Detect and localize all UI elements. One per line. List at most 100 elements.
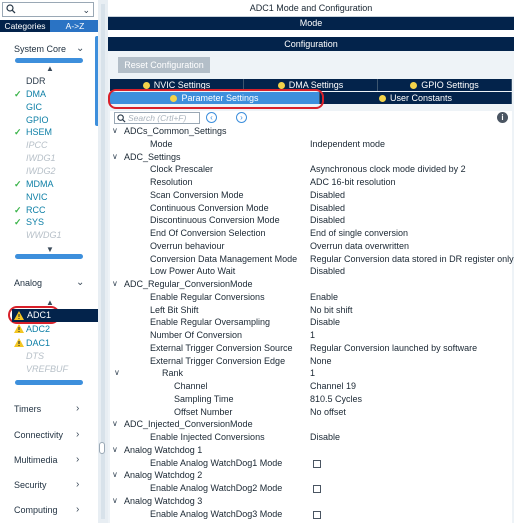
parameter-row[interactable]: Enable Injected Conversions Disable (110, 431, 512, 444)
expand-chevron-icon[interactable]: ∨ (114, 367, 120, 380)
parameter-value[interactable]: 1 (310, 367, 315, 380)
parameter-group-row[interactable]: ∨ ADC_Injected_ConversionMode (110, 418, 512, 431)
parameter-value[interactable]: No bit shift (310, 304, 353, 317)
expand-chevron-icon[interactable]: ∨ (112, 418, 118, 431)
parameter-row[interactable]: Enable Analog WatchDog2 Mode (110, 482, 512, 495)
parameter-value[interactable]: Enable (310, 291, 338, 304)
peripheral-item-vrefbuf[interactable]: VREFBUF (14, 363, 94, 375)
expand-chevron-icon[interactable]: ∨ (112, 151, 118, 164)
reset-configuration-button[interactable]: Reset Configuration (118, 57, 210, 73)
expand-chevron-icon[interactable]: ∨ (112, 495, 118, 508)
parameter-checkbox[interactable] (313, 510, 321, 519)
parameter-row[interactable]: Number Of Conversion 1 (110, 329, 512, 342)
parameter-value[interactable]: Disabled (310, 265, 345, 278)
parameter-value[interactable]: End of single conversion (310, 227, 408, 240)
parameter-value[interactable]: No offset (310, 406, 346, 419)
parameter-row[interactable]: Low Power Auto Wait Disabled (110, 265, 512, 278)
configuration-header[interactable]: Configuration (108, 37, 514, 51)
group-analog[interactable]: Analog ⌄ (0, 272, 100, 294)
parameter-row[interactable]: Channel Channel 19 (110, 380, 512, 393)
expand-chevron-icon[interactable]: ∨ (112, 444, 118, 457)
parameter-group-row[interactable]: ∨ ADC_Regular_ConversionMode (110, 278, 512, 291)
parameter-row[interactable]: Enable Regular Conversions Enable (110, 291, 512, 304)
peripheral-item-ddr[interactable]: DDR (14, 75, 94, 87)
parameter-row[interactable]: Enable Regular Oversampling Disable (110, 316, 512, 329)
tab-categories[interactable]: Categories (0, 20, 50, 32)
parameter-row[interactable]: Resolution ADC 16-bit resolution (110, 176, 512, 189)
parameter-row[interactable]: Continuous Conversion Mode Disabled (110, 202, 512, 215)
group-connectivity[interactable]: Connectivity › (0, 424, 100, 446)
search-previous-icon[interactable]: ‹ (206, 112, 217, 123)
parameter-row[interactable]: Sampling Time 810.5 Cycles (110, 393, 512, 406)
parameter-value[interactable]: None (310, 355, 332, 368)
splitter-handle[interactable] (99, 442, 105, 454)
parameter-search-input[interactable]: Search (Crtl+F) (114, 112, 200, 124)
peripheral-item-wwdg1[interactable]: WWDG1 (14, 229, 94, 241)
peripheral-search-input[interactable]: ⌄ (2, 2, 94, 17)
parameter-row[interactable]: Overrun behaviour Overrun data overwritte… (110, 240, 512, 253)
peripheral-item-mdma[interactable]: ✓ MDMA (14, 178, 94, 190)
peripheral-item-dma[interactable]: ✓ DMA (14, 88, 94, 100)
parameter-row[interactable]: Discontinuous Conversion Mode Disabled (110, 214, 512, 227)
parameter-value[interactable]: ADC 16-bit resolution (310, 176, 396, 189)
peripheral-item-adc1[interactable]: ADC1 (12, 309, 98, 322)
parameter-group-row[interactable]: ∨ ADCs_Common_Settings (110, 125, 512, 138)
expand-chevron-icon[interactable]: ∨ (112, 469, 118, 482)
parameter-value[interactable]: Disable (310, 431, 340, 444)
parameter-row[interactable]: End Of Conversion Selection End of single… (110, 227, 512, 240)
peripheral-item-hsem[interactable]: ✓ HSEM (14, 126, 94, 138)
scroll-up-icon[interactable]: ▲ (46, 64, 54, 73)
peripheral-item-sys[interactable]: ✓ SYS (14, 216, 94, 228)
tab-user-constants[interactable]: User Constants (320, 92, 512, 104)
peripheral-item-iwdg1[interactable]: IWDG1 (14, 152, 94, 164)
expand-chevron-icon[interactable]: ∨ (112, 125, 118, 138)
parameter-value[interactable]: Disabled (310, 214, 345, 227)
parameter-value[interactable]: Independent mode (310, 138, 385, 151)
peripheral-item-iwdg2[interactable]: IWDG2 (14, 165, 94, 177)
parameter-value[interactable]: Disable (310, 316, 340, 329)
info-icon[interactable]: i (497, 112, 508, 123)
mode-header[interactable]: Mode (108, 17, 514, 30)
group-system-core[interactable]: System Core ⌄ (0, 38, 100, 60)
group-security[interactable]: Security › (0, 474, 100, 496)
panel-splitter[interactable] (98, 0, 108, 523)
peripheral-item-rcc[interactable]: ✓ RCC (14, 204, 94, 216)
peripheral-item-dts[interactable]: DTS (14, 350, 94, 362)
peripheral-item-gpio[interactable]: GPIO (14, 114, 94, 126)
parameter-value[interactable]: Asynchronous clock mode divided by 2 (310, 163, 466, 176)
parameter-row[interactable]: Offset Number No offset (110, 406, 512, 419)
parameter-value[interactable]: 1 (310, 329, 315, 342)
parameter-row[interactable]: External Trigger Conversion Edge None (110, 355, 512, 368)
parameter-group-row[interactable]: ∨ Analog Watchdog 3 (110, 495, 512, 508)
group-timers[interactable]: Timers › (0, 398, 100, 420)
parameter-group-row[interactable]: ∨ Analog Watchdog 1 (110, 444, 512, 457)
parameter-value[interactable]: Channel 19 (310, 380, 356, 393)
parameter-value[interactable]: 810.5 Cycles (310, 393, 362, 406)
chevron-down-icon[interactable]: ⌄ (82, 5, 90, 16)
parameter-row[interactable]: Conversion Data Management Mode Regular C… (110, 253, 514, 266)
parameter-row[interactable]: Scan Conversion Mode Disabled (110, 189, 512, 202)
group-computing[interactable]: Computing › (0, 499, 100, 521)
parameter-value[interactable]: Regular Conversion data stored in DR reg… (310, 253, 514, 266)
parameter-value[interactable]: Disabled (310, 202, 345, 215)
tab-gpio-settings[interactable]: GPIO Settings (378, 79, 512, 91)
scroll-down-icon[interactable]: ▼ (46, 245, 54, 254)
parameter-group-row[interactable]: ∨ ADC_Settings (110, 151, 512, 164)
group-multimedia[interactable]: Multimedia › (0, 449, 100, 471)
peripheral-item-gic[interactable]: GIC (14, 101, 94, 113)
search-next-icon[interactable]: › (236, 112, 247, 123)
parameter-group-row[interactable]: ∨ Analog Watchdog 2 (110, 469, 512, 482)
peripheral-item-dac1[interactable]: DAC1 (14, 337, 94, 349)
expand-chevron-icon[interactable]: ∨ (112, 278, 118, 291)
peripheral-item-adc2[interactable]: ADC2 (14, 323, 94, 335)
parameter-row[interactable]: Mode Independent mode (110, 138, 512, 151)
parameter-checkbox[interactable] (313, 485, 321, 493)
parameter-row[interactable]: Clock Prescaler Asynchronous clock mode d… (110, 163, 512, 176)
tab-a-to-z[interactable]: A->Z (50, 20, 100, 32)
parameter-row[interactable]: External Trigger Conversion Source Regula… (110, 342, 512, 355)
parameter-row[interactable]: Enable Analog WatchDog3 Mode (110, 508, 512, 521)
peripheral-item-nvic[interactable]: NVIC (14, 191, 94, 203)
parameter-row[interactable]: Enable Analog WatchDog1 Mode (110, 457, 512, 470)
parameter-row[interactable]: Left Bit Shift No bit shift (110, 304, 512, 317)
parameter-value[interactable]: Disabled (310, 189, 345, 202)
